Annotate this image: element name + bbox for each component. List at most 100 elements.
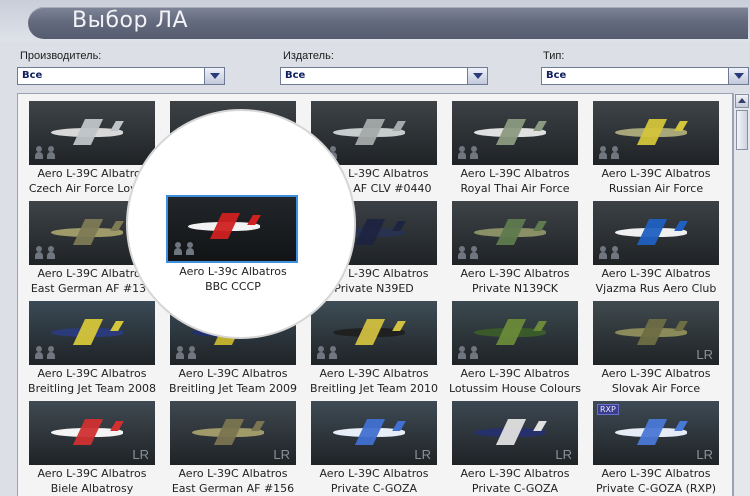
users-icon (176, 345, 200, 359)
zoomed-caption-livery: BBC CCCP (205, 280, 261, 293)
lr-badge: LR (414, 447, 431, 462)
tile-caption-model: Aero L-39C Albatros (601, 467, 711, 480)
lr-badge: LR (696, 347, 713, 362)
aircraft-thumbnail (452, 101, 578, 165)
aircraft-icon (333, 319, 413, 345)
aircraft-tail (392, 421, 406, 431)
lr-badge: LR (273, 447, 290, 462)
aircraft-tile[interactable]: LR Aero L-39C Albatros Private C-GOZA (307, 397, 437, 495)
aircraft-tail (247, 215, 261, 225)
chevron-down-icon[interactable] (204, 68, 224, 84)
aircraft-tile[interactable]: Aero L-39C Albatros Lotussim House Colour… (448, 297, 581, 395)
type-select[interactable]: Все (541, 67, 749, 85)
aircraft-tail (533, 421, 547, 431)
tile-caption-model: Aero L-39C Albatros (37, 367, 147, 380)
aircraft-tile[interactable]: LR Aero L-39C Albatros Biele Albatrosy (25, 397, 155, 495)
tile-caption-model: Aero L-39C Albatros (37, 467, 147, 480)
aircraft-tail (674, 121, 688, 131)
users-icon (458, 245, 482, 259)
tile-caption-livery: Private C-GOZA (330, 482, 418, 495)
aircraft-icon (188, 213, 268, 239)
chevron-down-icon[interactable] (728, 68, 748, 84)
tile-caption-model: Aero L-39C Albatros (601, 167, 711, 180)
aircraft-thumbnail: LR (29, 401, 155, 465)
lr-badge: LR (696, 447, 713, 462)
aircraft-thumbnail: LR (170, 401, 296, 465)
chevron-down-icon[interactable] (467, 68, 487, 84)
tile-caption-livery: Breitling Jet Team 2010 (310, 382, 438, 395)
aircraft-tail (674, 221, 688, 231)
aircraft-icon (51, 119, 131, 145)
tile-caption-model: Aero L-39C Albatros (178, 367, 288, 380)
tile-caption-livery: Biele Albatrosy (50, 482, 134, 495)
vertical-scrollbar[interactable] (733, 93, 750, 496)
tile-caption-model: Aero L-39C Albatros (460, 267, 570, 280)
aircraft-tile[interactable]: Aero L-39C Albatros Breitling Jet Team 20… (307, 297, 438, 395)
aircraft-tail (110, 421, 124, 431)
publisher-select[interactable]: Все (280, 67, 488, 85)
aircraft-tile[interactable]: LR Aero L-39C Albatros East German AF #156 (166, 397, 296, 495)
zoomed-tile[interactable]: Aero L-39c Albatros BBC CCCP (166, 195, 300, 305)
lr-badge: LR (132, 447, 149, 462)
manufacturer-value: Все (22, 70, 43, 81)
title-bar: Выбор ЛА (0, 0, 750, 42)
users-icon (35, 245, 59, 259)
aircraft-tile[interactable]: LR Aero L-39C Albatros Private C-GOZA (448, 397, 578, 495)
tile-caption-livery: East German AF #156 (171, 482, 295, 495)
tile-caption-model: Aero L-39C Albatros (601, 367, 711, 380)
aircraft-tail (392, 221, 406, 231)
aircraft-icon (51, 419, 131, 445)
tile-caption-livery: Private N139CK (472, 282, 558, 295)
tile-caption-livery: East German AF #137 (30, 282, 154, 295)
aircraft-thumbnail (29, 301, 155, 365)
tile-caption-livery: Breitling Jet Team 2009 (169, 382, 297, 395)
type-label: Тип: (543, 50, 565, 62)
aircraft-tile[interactable]: Aero L-39C Albatros Czech Air Force LowVi… (25, 97, 155, 195)
aircraft-grid: Aero L-39C Albatros Czech Air Force LowVi… (17, 93, 733, 496)
aircraft-icon (615, 419, 695, 445)
manufacturer-label: Производитель: (20, 50, 102, 62)
aircraft-icon (192, 419, 272, 445)
aircraft-tile[interactable]: Aero L-39C Albatros Vjazma Rus Aero Club (589, 197, 719, 295)
aircraft-tail (533, 121, 547, 131)
users-icon (599, 245, 623, 259)
scroll-up-icon[interactable] (735, 94, 749, 108)
aircraft-tail (110, 121, 124, 131)
aircraft-tile[interactable]: Aero L-39C Albatros Russian Air Force (589, 97, 719, 195)
aircraft-icon (615, 319, 695, 345)
aircraft-thumbnail (593, 201, 719, 265)
zoomed-thumbnail (166, 195, 298, 263)
aircraft-tail (110, 221, 124, 231)
publisher-value: Все (285, 70, 306, 81)
users-icon (458, 345, 482, 359)
aircraft-tile[interactable]: Aero L-39C Albatros Private N139CK (448, 197, 578, 295)
users-icon (599, 145, 623, 159)
aircraft-icon (615, 119, 695, 145)
publisher-label: Издатель: (283, 50, 334, 62)
aircraft-tile[interactable]: LR RXP Aero L-39C Albatros Private C-GOZA (… (589, 397, 719, 495)
rxp-badge: RXP (597, 404, 619, 415)
tile-caption-livery: Russian Air Force (608, 182, 704, 195)
aircraft-icon (51, 219, 131, 245)
aircraft-icon (615, 219, 695, 245)
aircraft-tail (533, 221, 547, 231)
aircraft-tile[interactable]: Aero L-39C Albatros Breitling Jet Team 20… (25, 297, 156, 395)
users-icon (458, 145, 482, 159)
aircraft-icon (51, 319, 131, 345)
scroll-thumb[interactable] (736, 110, 748, 150)
aircraft-icon (474, 119, 554, 145)
aircraft-tail (392, 121, 406, 131)
tile-caption-model: Aero L-39C Albatros (319, 367, 429, 380)
tile-caption-livery: Royal Thai Air Force (460, 182, 570, 195)
tile-caption-livery: Lotussim House Colours (448, 382, 582, 395)
tile-caption-model: Aero L-39C Albatros (178, 467, 288, 480)
aircraft-tile[interactable]: Aero L-39C Albatros Royal Thai Air Force (448, 97, 578, 195)
aircraft-tail (674, 421, 688, 431)
aircraft-tile[interactable]: LR Aero L-39C Albatros Slovak Air Force (589, 297, 719, 395)
aircraft-icon (474, 219, 554, 245)
aircraft-tail (110, 321, 124, 331)
tile-caption-model: Aero L-39C Albatros (601, 267, 711, 280)
tile-caption-livery: Private C-GOZA (471, 482, 559, 495)
aircraft-tail (251, 421, 265, 431)
manufacturer-select[interactable]: Все (17, 67, 225, 85)
